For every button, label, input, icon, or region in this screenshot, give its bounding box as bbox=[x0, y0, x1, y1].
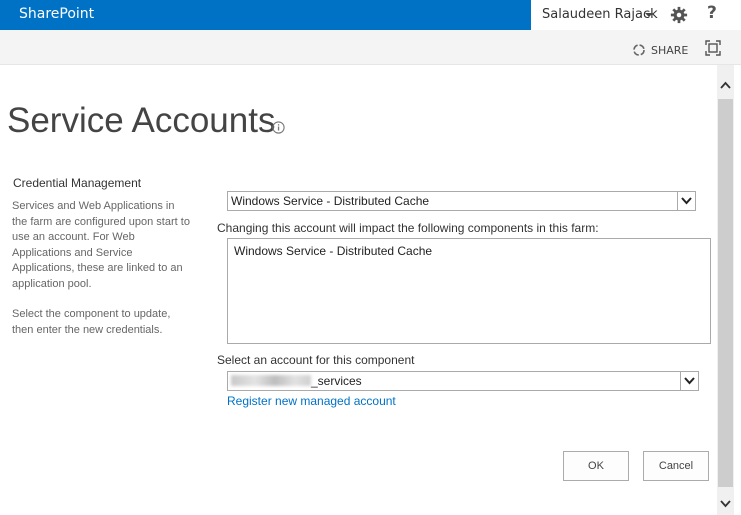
info-icon[interactable] bbox=[272, 121, 285, 134]
component-select-value: Windows Service - Distributed Cache bbox=[231, 194, 430, 208]
page-title: Service Accounts bbox=[7, 101, 276, 140]
section-title: Credential Management bbox=[13, 176, 142, 190]
impacted-components-list[interactable]: Windows Service - Distributed Cache bbox=[227, 238, 711, 344]
ribbon-bar: SHARE bbox=[0, 30, 741, 65]
scroll-up-icon[interactable] bbox=[717, 65, 734, 99]
ok-button[interactable]: OK bbox=[563, 451, 629, 481]
brand-bar[interactable]: SharePoint bbox=[0, 0, 531, 30]
component-select[interactable]: Windows Service - Distributed Cache bbox=[227, 191, 696, 211]
help-icon[interactable]: ? bbox=[707, 3, 717, 23]
chevron-down-icon bbox=[684, 377, 695, 385]
cancel-button[interactable]: Cancel bbox=[643, 451, 709, 481]
account-select[interactable]: _services bbox=[227, 371, 699, 391]
user-menu[interactable]: Salaudeen Rajack bbox=[542, 7, 658, 22]
caret-down-icon[interactable] bbox=[645, 13, 653, 17]
focus-on-content-icon[interactable] bbox=[705, 40, 721, 56]
register-managed-account-link[interactable]: Register new managed account bbox=[227, 394, 396, 408]
account-select-value: _services bbox=[231, 374, 362, 388]
chevron-down-icon bbox=[681, 197, 692, 205]
section-description-1: Services and Web Applications in the far… bbox=[12, 200, 190, 290]
gear-icon[interactable] bbox=[670, 6, 688, 24]
account-select-arrow[interactable] bbox=[680, 372, 698, 390]
share-icon[interactable] bbox=[632, 43, 646, 57]
suite-bar: SharePoint Salaudeen Rajack ? bbox=[0, 0, 741, 30]
scroll-down-icon[interactable] bbox=[717, 493, 734, 515]
list-item[interactable]: Windows Service - Distributed Cache bbox=[234, 244, 432, 258]
scrollbar-thumb[interactable] bbox=[718, 99, 733, 487]
brand-label[interactable]: SharePoint bbox=[19, 6, 94, 22]
account-value-suffix: _services bbox=[311, 374, 362, 388]
share-button[interactable]: SHARE bbox=[651, 44, 688, 57]
vertical-scrollbar[interactable] bbox=[717, 65, 734, 515]
section-description: Services and Web Applications in the far… bbox=[12, 199, 192, 353]
impact-label: Changing this account will impact the fo… bbox=[217, 221, 599, 235]
section-description-2: Select the component to update, then ent… bbox=[12, 308, 171, 336]
redacted-account-prefix bbox=[231, 375, 311, 386]
account-label: Select an account for this component bbox=[217, 353, 415, 367]
component-select-arrow[interactable] bbox=[677, 192, 695, 210]
